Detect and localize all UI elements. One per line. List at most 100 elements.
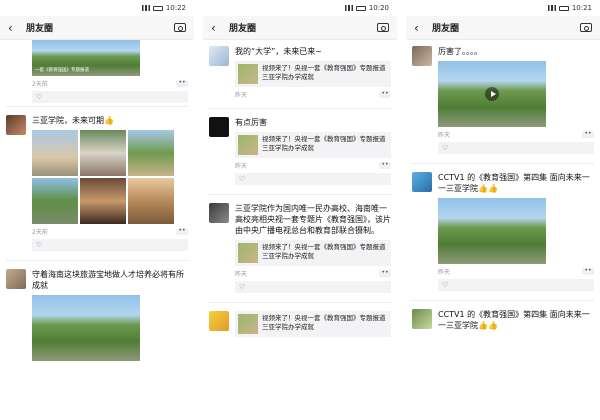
page-title: 朋友圈 [229,24,257,34]
post: 有点厉害 视频来了！央视一套《教育强国》专题报道三亚学院办学成就 昨天 •• ♡ [209,111,391,192]
post-time: 昨天 [438,132,451,139]
divider [209,302,391,303]
like-bar: ♡ [32,239,188,251]
battery-icon [355,5,366,11]
post: 厉害了。。。。 昨天 •• ♡ [412,40,594,161]
divider [412,163,594,164]
link-thumbnail [238,64,258,84]
grid-image[interactable] [80,130,126,176]
avatar[interactable] [209,117,229,137]
link-card[interactable]: 视频来了！央视一套《教育强国》专题报道三亚学院办学成就 [235,61,391,87]
avatar[interactable] [6,115,26,135]
heart-icon: ♡ [239,175,246,183]
like-bar: ♡ [235,281,391,293]
grid-image[interactable] [32,178,78,224]
link-title: 视频来了！央视一套《教育强国》专题报道三亚学院办学成就 [262,314,386,331]
post-text: CCTV1 的《教育强国》第四集 面向未来一一三亚学院👍👍 [438,173,590,193]
post-time: 2天前 [32,81,48,88]
avatar[interactable] [209,203,229,223]
avatar[interactable] [6,269,26,289]
post-time: 昨天 [438,269,451,276]
grid-image[interactable] [80,178,126,224]
divider [412,300,594,301]
signal-icon [141,5,150,11]
link-thumbnail [238,135,258,155]
avatar[interactable] [412,172,432,192]
link-card[interactable]: 视频来了！央视一套《教育强国》专题报道三亚学院办学成就 [235,132,391,158]
back-arrow-icon[interactable]: ‹ [414,21,428,35]
status-time: 10:22 [165,4,186,12]
video-thumbnail[interactable] [438,61,546,127]
post: 三亚学院作为国内唯一民办高校、海南唯一高校亮相央视一套专题片《教育强国》，该片由… [209,197,391,300]
screen-right: 10:21 ‹ 朋友圈 厉害了。。。。 昨天 •• ♡ CCTV1 的《教育强国》… [406,0,600,420]
nav-bar: ‹ 朋友圈 [203,16,397,40]
status-bar: 10:21 [406,0,600,16]
moments-feed: 厉害了。。。。 昨天 •• ♡ CCTV1 的《教育强国》第四集 面向未来一一三亚… [406,40,600,339]
divider [6,106,188,107]
post-text: 三亚学院作为国内唯一民办高校、海南唯一高校亮相央视一套专题片《教育强国》，该片由… [235,204,391,235]
status-bar: 10:20 [203,0,397,16]
post-image[interactable] [32,295,140,361]
grid-image[interactable] [32,130,78,176]
signal-icon [344,5,353,11]
post-text: 有点厉害 [235,118,267,127]
heart-icon: ♡ [36,241,43,249]
grid-image[interactable] [128,130,174,176]
post-image[interactable]: 一套《教育强国》专题报道 [32,40,188,76]
post: CCTV1 的《教育强国》第四集 面向未来一一三亚学院👍👍 昨天 •• ♡ [412,166,594,298]
moments-feed: 一套《教育强国》专题报道 2天前 •• ♡ 三亚学院，未来可期👍 2天前 •• [0,40,194,365]
post-time: 2天前 [32,229,48,236]
post-text: 我的“大学”，未来已来~ [235,47,322,56]
page-title: 朋友圈 [26,24,54,34]
more-options-icon[interactable]: •• [176,80,188,87]
post: CCTV1 的《教育强国》第四集 面向未来一一三亚学院👍👍 [412,303,594,339]
camera-icon[interactable] [174,23,186,32]
play-icon[interactable] [485,87,499,101]
status-time: 10:20 [368,4,389,12]
back-arrow-icon[interactable]: ‹ [211,21,225,35]
post: 守着海南这块旅游宝地做人才培养必将有所成就 [6,263,188,365]
heart-icon: ♡ [442,144,449,152]
like-bar: ♡ [235,173,391,185]
back-arrow-icon[interactable]: ‹ [8,21,22,35]
link-thumbnail [238,314,258,334]
avatar[interactable] [412,46,432,66]
avatar[interactable] [209,311,229,331]
post-text: 守着海南这块旅游宝地做人才培养必将有所成就 [32,270,184,290]
heart-icon: ♡ [36,93,43,101]
like-bar: ♡ [32,91,188,103]
camera-icon[interactable] [580,23,592,32]
image-grid [32,130,188,224]
camera-icon[interactable] [377,23,389,32]
link-card[interactable]: 视频来了！央视一套《教育强国》专题报道三亚学院办学成就 [235,240,391,266]
link-card[interactable]: 视频来了！央视一套《教育强国》专题报道三亚学院办学成就 [235,311,391,337]
post-text: CCTV1 的《教育强国》第四集 面向未来一一三亚学院👍👍 [438,310,590,330]
nav-bar: ‹ 朋友圈 [406,16,600,40]
page-title: 朋友圈 [432,24,460,34]
avatar[interactable] [209,46,229,66]
post-text: 三亚学院，未来可期👍 [32,116,114,125]
more-options-icon[interactable]: •• [379,270,391,277]
more-options-icon[interactable]: •• [379,162,391,169]
divider [209,108,391,109]
avatar[interactable] [412,309,432,329]
link-title: 视频来了！央视一套《教育强国》专题报道三亚学院办学成就 [262,135,386,152]
status-time: 10:21 [571,4,592,12]
image-caption: 一套《教育强国》专题报道 [35,68,89,73]
heart-icon: ♡ [239,283,246,291]
post-image[interactable] [438,198,546,264]
more-options-icon[interactable]: •• [582,268,594,275]
link-title: 视频来了！央视一套《教育强国》专题报道三亚学院办学成就 [262,64,386,81]
divider [209,194,391,195]
post: 三亚学院，未来可期👍 2天前 •• ♡ [6,109,188,258]
more-options-icon[interactable]: •• [582,131,594,138]
screen-left: 10:22 ‹ 朋友圈 一套《教育强国》专题报道 2天前 •• ♡ 三亚学院，未来… [0,0,194,420]
post: 视频来了！央视一套《教育强国》专题报道三亚学院办学成就 [209,305,391,343]
more-options-icon[interactable]: •• [176,228,188,235]
battery-icon [558,5,569,11]
grid-image[interactable] [128,178,174,224]
screen-middle: 10:20 ‹ 朋友圈 我的“大学”，未来已来~ 视频来了！央视一套《教育强国》… [203,0,397,420]
post-text: 厉害了。。。。 [438,47,482,56]
more-options-icon[interactable]: •• [379,91,391,98]
battery-icon [152,5,163,11]
